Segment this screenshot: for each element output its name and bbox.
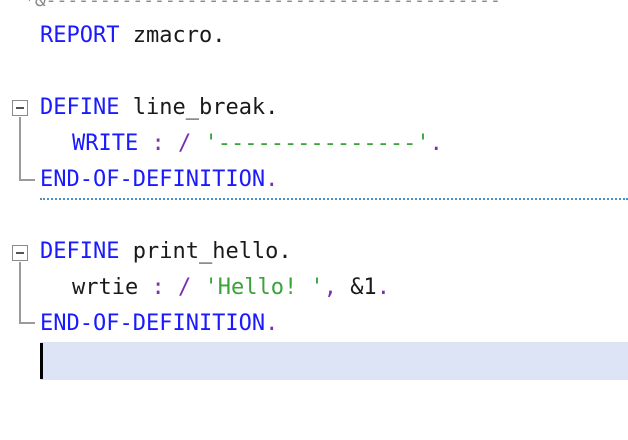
code-line-define-print-hello[interactable]: DEFINE print_hello. bbox=[0, 234, 628, 270]
code-line-define-line-break[interactable]: DEFINE line_break. bbox=[0, 90, 628, 126]
keyword-report: REPORT bbox=[40, 23, 120, 48]
statement-end: . bbox=[376, 275, 390, 300]
code-line-write[interactable]: WRITE : / '---------------'. bbox=[0, 126, 628, 162]
keyword-write: WRITE bbox=[72, 131, 139, 156]
code-line-end-of-definition-2[interactable]: END-OF-DEFINITION. bbox=[0, 306, 628, 342]
report-name: zmacro. bbox=[119, 23, 226, 48]
code-line-wrtie[interactable]: wrtie : / 'Hello! ', &1. bbox=[0, 270, 628, 306]
string-literal: 'Hello! ' bbox=[204, 275, 324, 300]
statement-end: . bbox=[265, 167, 279, 192]
comma: , bbox=[323, 275, 351, 300]
keyword-define: DEFINE bbox=[40, 95, 120, 120]
keyword-end-of-definition: END-OF-DEFINITION bbox=[40, 167, 266, 192]
macro-name: print_hello. bbox=[119, 239, 292, 264]
macro-name: line_break. bbox=[119, 95, 279, 120]
statement-end: . bbox=[429, 131, 443, 156]
keyword-end-of-definition: END-OF-DEFINITION bbox=[40, 311, 266, 336]
placeholder-arg: &1 bbox=[350, 275, 377, 300]
write-separator: : / bbox=[138, 131, 205, 156]
text-caret bbox=[40, 343, 43, 379]
keyword-define: DEFINE bbox=[40, 239, 120, 264]
unknown-statement: wrtie bbox=[72, 275, 139, 300]
code-line-end-of-definition-1[interactable]: END-OF-DEFINITION. bbox=[0, 162, 628, 198]
code-editor[interactable]: *&--------------------------------------… bbox=[0, 0, 628, 440]
code-line-report[interactable]: REPORT zmacro. bbox=[0, 18, 628, 54]
current-line-highlight[interactable] bbox=[40, 342, 628, 380]
statement-end: . bbox=[265, 311, 279, 336]
comment-line: *&--------------------------------------… bbox=[24, 0, 628, 8]
string-literal: '---------------' bbox=[204, 131, 430, 156]
block-separator bbox=[40, 198, 628, 200]
write-separator: : / bbox=[138, 275, 205, 300]
